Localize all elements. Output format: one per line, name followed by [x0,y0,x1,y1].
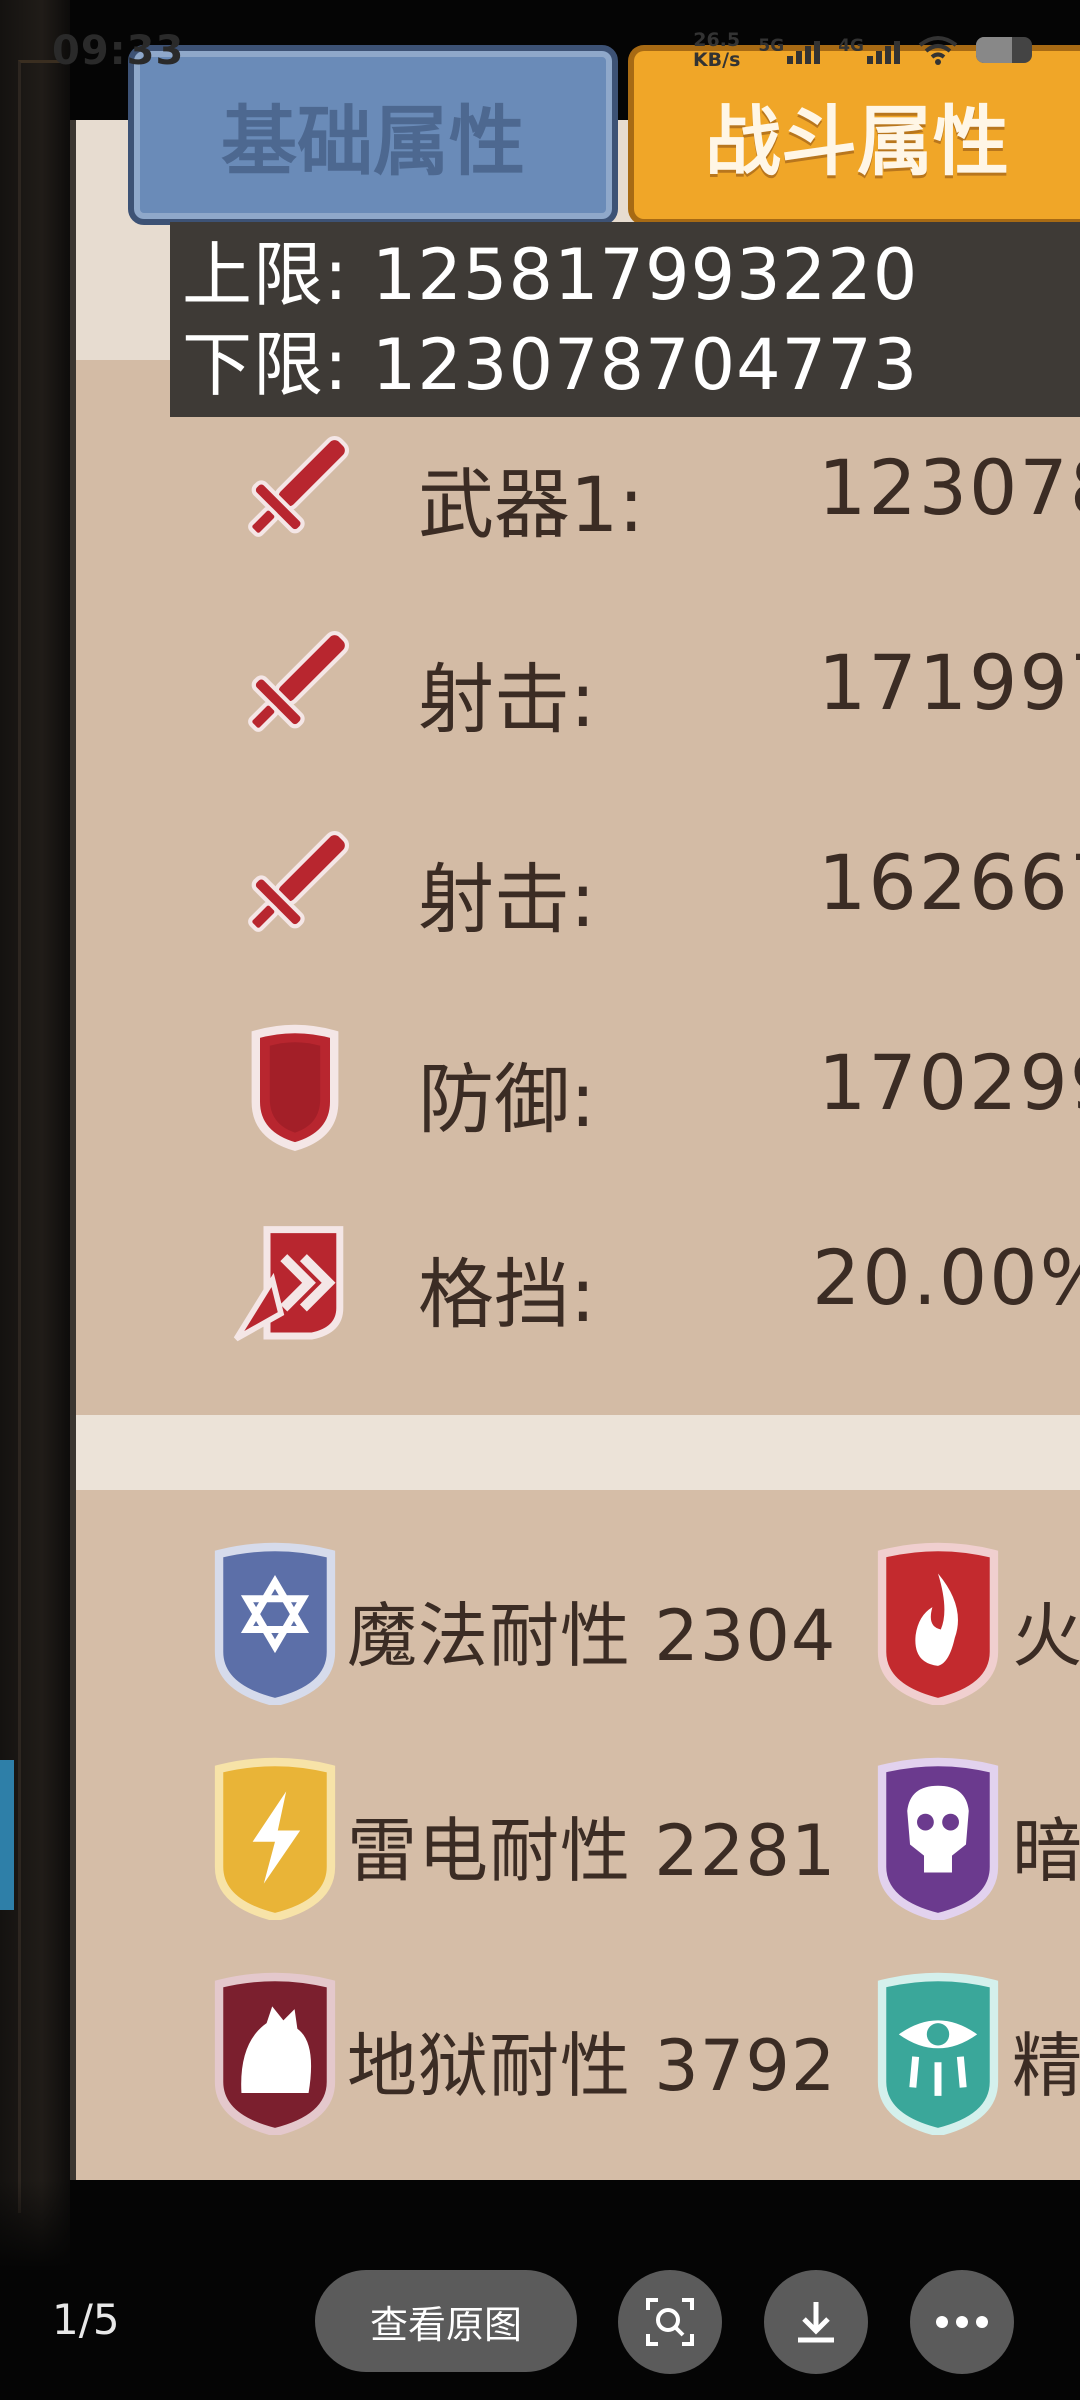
star-of-david-icon [214,1542,336,1705]
beast-claw-icon [214,1972,336,2135]
stat-value: 171997 [818,638,1080,727]
resist-name: 地狱耐性 [347,2025,631,2107]
sword-icon [248,435,350,537]
stat-label: 格挡: [418,1250,596,1339]
skull-icon [877,1757,999,1920]
page-counter: 1/5 [52,2295,120,2344]
background-marker [0,1760,14,1910]
fire-icon [877,1542,999,1705]
download-icon [798,2302,834,2343]
sword-icon [248,630,350,732]
lightning-icon [214,1757,336,1920]
resist-name: 雷电耐性 [347,1810,631,1892]
battery-icon [976,37,1032,63]
resist-spirit-label: 精 [1012,2025,1080,2107]
stat-row-weapon1: 武器1: 123078 [0,405,1080,565]
damage-range-tooltip: 上限: 125817993220 下限: 123078704773 [170,222,1080,417]
stat-row-block: 格挡: 20.00% [0,1195,1080,1355]
more-dots-icon [936,2316,988,2328]
resist-name: 魔法耐性 [347,1595,631,1677]
eye-icon [877,1972,999,2135]
stat-value: 170299 [818,1038,1080,1127]
stat-row-shooting-2: 射击: 162667 [0,800,1080,960]
section-divider [76,1415,1080,1490]
sword-icon [248,830,350,932]
scan-search-icon [646,2298,694,2346]
tooltip-upper-limit: 上限: 125817993220 [182,234,919,316]
status-time: 09:33 [52,28,185,74]
network-speed: 26.5 KB/s [692,29,741,71]
resist-fire-label: 火 [1012,1595,1080,1677]
download-button[interactable] [764,2270,868,2374]
stat-row-shooting-1: 射击: 171997 [0,600,1080,760]
signal-5g-icon: 5G [758,36,821,64]
signal-4g-icon: 4G [838,36,900,64]
more-options-button[interactable] [910,2270,1014,2374]
stat-value: 123078 [818,443,1080,532]
view-original-button[interactable]: 查看原图 [315,2270,577,2372]
image-search-button[interactable] [618,2270,722,2374]
block-icon [233,1226,344,1342]
resist-value: 2304 [654,1595,837,1677]
stat-value: 162667 [818,838,1080,927]
stat-row-defense: 防御: 170299 [0,1000,1080,1160]
resist-dark-label: 暗 [1012,1810,1080,1892]
stat-label: 武器1: [418,460,644,549]
stat-label: 防御: [418,1055,596,1144]
image-viewer-toolbar: 1/5 查看原图 [0,2240,1080,2400]
tooltip-lower-limit: 下限: 123078704773 [182,324,919,406]
stat-value: 20.00% [812,1233,1080,1322]
status-bar: 09:33 26.5 KB/s 5G 4G [0,0,1080,100]
resist-value: 3792 [654,2025,837,2107]
wifi-icon [918,36,958,65]
stat-label: 射击: [418,655,596,744]
stat-label: 射击: [418,855,596,944]
shield-icon [251,1024,339,1151]
resist-value: 2281 [654,1810,837,1892]
